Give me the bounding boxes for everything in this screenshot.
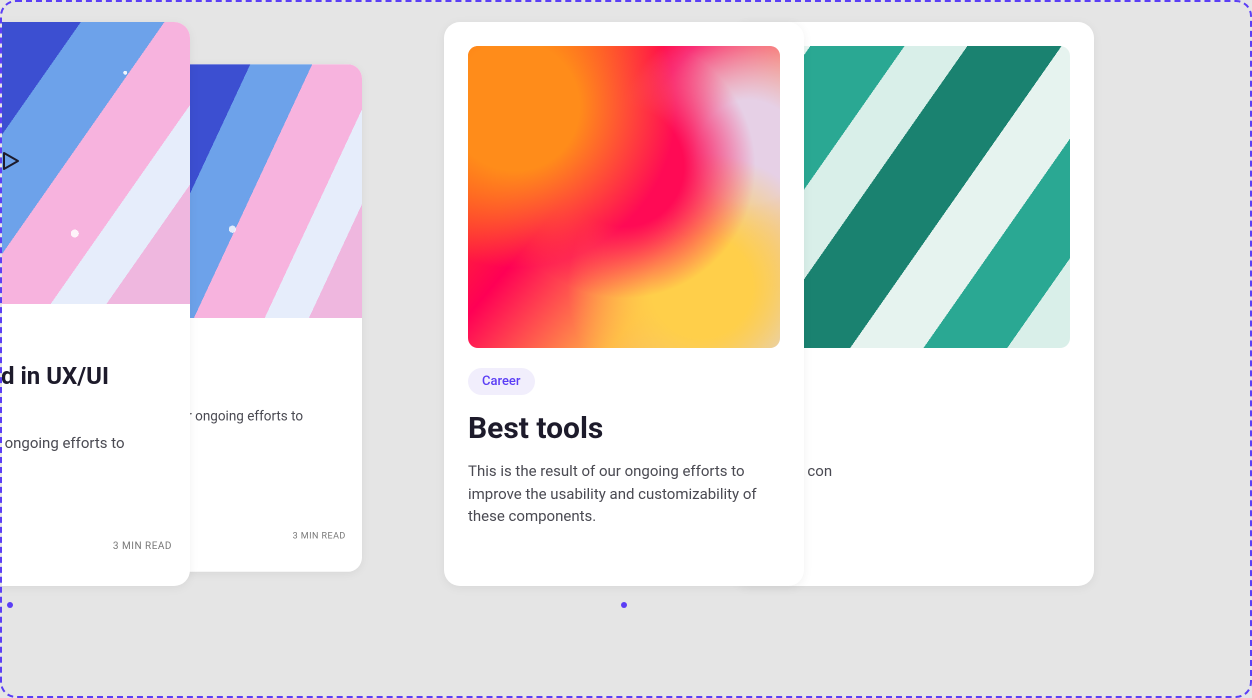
read-time: 3 MIN READ xyxy=(113,541,172,552)
card-image xyxy=(468,46,780,348)
gradient-art xyxy=(758,46,1070,348)
card-image xyxy=(0,22,190,304)
play-icon[interactable] xyxy=(0,149,22,177)
card-tag[interactable]: Career xyxy=(468,368,535,395)
card-description: This is the result of our ongoing effort… xyxy=(0,433,172,477)
read-time: 3 MIN READ xyxy=(293,531,346,541)
card-title: Best tools used in UX/UI Designers xyxy=(0,361,172,421)
marble-art xyxy=(0,22,190,304)
card-description: Thi the con xyxy=(758,460,1070,483)
carousel-a-stack: Label s This is the result of our ongoin… xyxy=(0,22,300,586)
card-body: Label Best tools used in UX/UI Designers… xyxy=(0,304,190,586)
card-image xyxy=(758,46,1070,348)
carousel-b: Career Best tools This is the result of … xyxy=(334,22,914,608)
card-title: Best tools xyxy=(468,411,780,446)
card-title: B xyxy=(758,411,1070,446)
pagination-dot[interactable] xyxy=(7,602,13,608)
gradient-art xyxy=(468,46,780,348)
card-footer: Olivia 3 MIN READ xyxy=(0,534,172,586)
carousel-a: Label s This is the result of our ongoin… xyxy=(0,22,300,608)
carousel-container: Label s This is the result of our ongoin… xyxy=(0,2,914,628)
card-label: Label xyxy=(0,334,172,349)
card-a-center[interactable]: Label Best tools used in UX/UI Designers… xyxy=(0,22,190,586)
carousel-b-stack: Career Best tools This is the result of … xyxy=(334,22,914,586)
card-b-center[interactable]: Career Best tools This is the result of … xyxy=(444,22,804,586)
pagination-dot[interactable] xyxy=(621,602,627,608)
card-description: This is the result of our ongoing effort… xyxy=(468,460,780,528)
canvas: Label s This is the result of our ongoin… xyxy=(0,0,1252,698)
